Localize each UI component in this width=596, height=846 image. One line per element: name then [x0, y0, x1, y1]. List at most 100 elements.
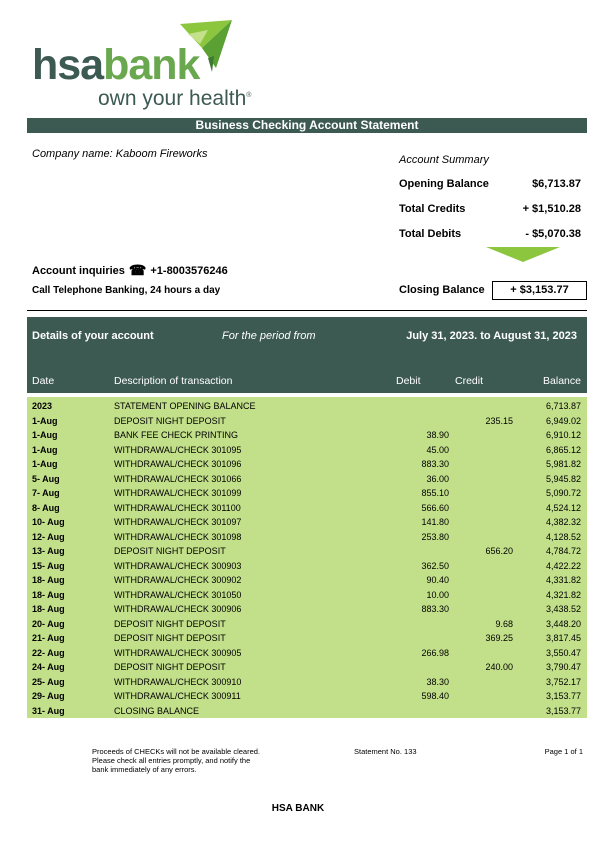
statement-title: Business Checking Account Statement	[27, 118, 587, 133]
cell-debit: 566.60	[421, 502, 449, 513]
cell-balance: 3,153.77	[545, 705, 581, 716]
cell-debit: 10.00	[426, 589, 449, 600]
cell-debit: 38.30	[426, 676, 449, 687]
cell-description: WITHDRAWAL/CHECK 300911	[114, 691, 241, 701]
divider	[27, 310, 587, 311]
account-details-header: Details of your account For the period f…	[27, 317, 587, 393]
cell-description: WITHDRAWAL/CHECK 301099	[114, 488, 242, 498]
down-arrow-icon	[486, 247, 560, 262]
table-row: 2023 STATEMENT OPENING BALANCE 6,713.87	[27, 399, 587, 414]
cell-debit: 855.10	[421, 488, 449, 498]
column-header-date: Date	[32, 375, 55, 387]
company-name: Company name: Kaboom Fireworks	[32, 148, 208, 160]
cell-debit: 36.00	[426, 473, 449, 484]
cell-credit: 369.25	[485, 633, 513, 643]
cell-date: 7- Aug	[32, 488, 60, 498]
details-title: Details of your account	[32, 330, 154, 342]
cell-balance: 5,945.82	[545, 473, 581, 484]
cell-date: 8- Aug	[32, 502, 60, 513]
table-row: 18- Aug WITHDRAWAL/CHECK 301050 10.00 4,321…	[27, 588, 587, 603]
cell-description: DEPOSIT NIGHT DEPOSIT	[114, 415, 226, 426]
cell-debit: 38.90	[426, 430, 449, 440]
cell-description: CLOSING BALANCE	[114, 705, 200, 716]
cell-date: 10- Aug	[32, 517, 65, 527]
telephone-icon: ☎	[128, 262, 147, 278]
cell-credit: 9.68	[495, 618, 513, 629]
cell-balance: 5,981.82	[545, 459, 581, 469]
cell-description: WITHDRAWAL/CHECK 300903	[114, 560, 242, 571]
column-header-balance: Balance	[543, 375, 581, 387]
cell-date: 21- Aug	[32, 633, 65, 643]
table-row: 25- Aug WITHDRAWAL/CHECK 300910 38.30 3,752…	[27, 675, 587, 690]
table-row: 29- Aug WITHDRAWAL/CHECK 300911 598.40 3,15…	[27, 689, 587, 704]
phone-number[interactable]: +1-8003576246	[150, 265, 227, 277]
table-row: 1-Aug WITHDRAWAL/CHECK 301095 45.00 6,865.1…	[27, 443, 587, 458]
cell-description: BANK FEE CHECK PRINTING	[114, 430, 239, 440]
cell-description: STATEMENT OPENING BALANCE	[114, 401, 256, 411]
cell-debit: 253.80	[421, 531, 449, 542]
cell-description: WITHDRAWAL/CHECK 300906	[114, 604, 242, 614]
cell-balance: 3,153.77	[545, 691, 581, 701]
cell-description: WITHDRAWAL/CHECK 300902	[114, 575, 242, 585]
cell-balance: 4,331.82	[545, 575, 581, 585]
table-row: 31- Aug CLOSING BALANCE 3,153.77	[27, 704, 587, 719]
cell-balance: 3,438.52	[545, 604, 581, 614]
column-header-credit: Credit	[455, 375, 484, 387]
cell-date: 1-Aug	[32, 459, 58, 469]
cell-description: WITHDRAWAL/CHECK 301100	[114, 502, 241, 513]
table-row: 10- Aug WITHDRAWAL/CHECK 301097 141.80 4,38…	[27, 515, 587, 530]
column-header-description: Description of transaction	[114, 375, 233, 387]
telephone-banking-note: Call Telephone Banking, 24 hours a day	[32, 285, 221, 296]
cell-debit: 266.98	[421, 647, 449, 658]
cell-description: WITHDRAWAL/CHECK 301066	[114, 473, 242, 484]
cell-description: DEPOSIT NIGHT DEPOSIT	[114, 618, 226, 629]
table-row: 18- Aug WITHDRAWAL/CHECK 300906 883.30 3,43…	[27, 602, 587, 617]
cell-description: WITHDRAWAL/CHECK 301098	[114, 531, 242, 542]
cell-balance: 3,448.20	[545, 618, 581, 629]
cell-date: 31- Aug	[32, 705, 65, 716]
logo-tagline: own your health®	[98, 88, 251, 109]
cell-balance: 3,790.47	[545, 662, 581, 672]
table-row: 7- Aug WITHDRAWAL/CHECK 301099 855.10 5,090…	[27, 486, 587, 501]
cell-description: DEPOSIT NIGHT DEPOSIT	[114, 662, 226, 672]
cell-date: 18- Aug	[32, 575, 65, 585]
cell-balance: 4,382.32	[545, 517, 581, 527]
cell-description: WITHDRAWAL/CHECK 301050	[114, 589, 242, 600]
cell-balance: 3,550.47	[545, 647, 581, 658]
cell-date: 1-Aug	[32, 415, 58, 426]
account-inquiries: Account inquiries ☎ +1-8003576246	[32, 262, 228, 279]
cell-description: DEPOSIT NIGHT DEPOSIT	[114, 633, 226, 643]
table-row: 24- Aug DEPOSIT NIGHT DEPOSIT 240.00 3,790.…	[27, 660, 587, 675]
statement-number: Statement No. 133	[354, 747, 417, 756]
table-row: 18- Aug WITHDRAWAL/CHECK 300902 90.40 4,331…	[27, 573, 587, 588]
cell-balance: 4,321.82	[545, 589, 581, 600]
cell-date: 25- Aug	[32, 676, 65, 687]
cell-date: 5- Aug	[32, 473, 60, 484]
cell-balance: 4,128.52	[545, 531, 581, 542]
table-row: 1-Aug DEPOSIT NIGHT DEPOSIT 235.15 6,949.02	[27, 414, 587, 429]
total-credits-label: Total Credits	[399, 203, 466, 215]
cell-debit: 45.00	[426, 444, 449, 455]
cell-description: DEPOSIT NIGHT DEPOSIT	[114, 546, 226, 556]
cell-date: 15- Aug	[32, 560, 65, 571]
cell-balance: 3,752.17	[545, 676, 581, 687]
cell-balance: 4,784.72	[545, 546, 581, 556]
cell-description: WITHDRAWAL/CHECK 301096	[114, 459, 242, 469]
registered-mark: ®	[246, 92, 252, 99]
cell-credit: 235.15	[485, 415, 513, 426]
page-number: Page 1 of 1	[544, 747, 583, 756]
inquiries-label: Account inquiries	[32, 265, 125, 277]
cell-balance: 4,422.22	[545, 560, 581, 571]
cell-credit: 656.20	[485, 546, 513, 556]
table-row: 1-Aug WITHDRAWAL/CHECK 301096 883.30 5,981.…	[27, 457, 587, 472]
closing-balance-value: + $3,153.77	[492, 281, 587, 300]
cell-debit: 90.40	[426, 575, 449, 585]
opening-balance-label: Opening Balance	[399, 178, 489, 190]
closing-balance-label: Closing Balance	[399, 284, 485, 296]
total-credits-value: + $1,510.28	[522, 203, 581, 215]
tagline-text: own your health	[98, 87, 247, 110]
cell-balance: 6,910.12	[545, 430, 581, 440]
cell-date: 18- Aug	[32, 604, 65, 614]
cell-description: WITHDRAWAL/CHECK 300905	[114, 647, 242, 658]
opening-balance-value: $6,713.87	[532, 178, 581, 190]
